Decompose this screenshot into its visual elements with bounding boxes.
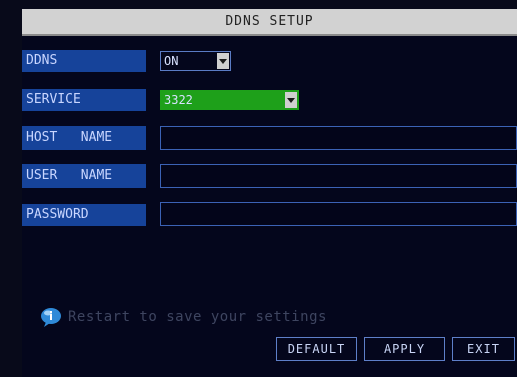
password-label: PASSWORD (22, 204, 146, 226)
ddns-value: ON (164, 54, 179, 68)
service-value: 3322 (164, 93, 193, 107)
chevron-down-icon[interactable] (217, 53, 229, 69)
host-name-field[interactable] (160, 126, 517, 150)
hint-text: Restart to save your settings (68, 309, 327, 325)
exit-button[interactable]: EXIT (452, 337, 515, 361)
default-button[interactable]: DEFAULT (276, 337, 357, 361)
password-field[interactable] (160, 202, 517, 226)
info-icon (41, 308, 61, 327)
host-name-label: HOST NAME (22, 126, 146, 150)
service-label: SERVICE (22, 89, 146, 111)
hint-message: Restart to save your settings (40, 306, 327, 328)
window-title: DDNS SETUP (22, 9, 517, 36)
service-dropdown[interactable]: 3322 (160, 90, 299, 110)
ddns-label: DDNS (22, 50, 146, 72)
user-name-field[interactable] (160, 164, 517, 188)
apply-button[interactable]: APPLY (364, 337, 445, 361)
chevron-down-icon[interactable] (285, 92, 297, 108)
ddns-dropdown[interactable]: ON (160, 51, 231, 71)
user-name-label: USER NAME (22, 164, 146, 188)
